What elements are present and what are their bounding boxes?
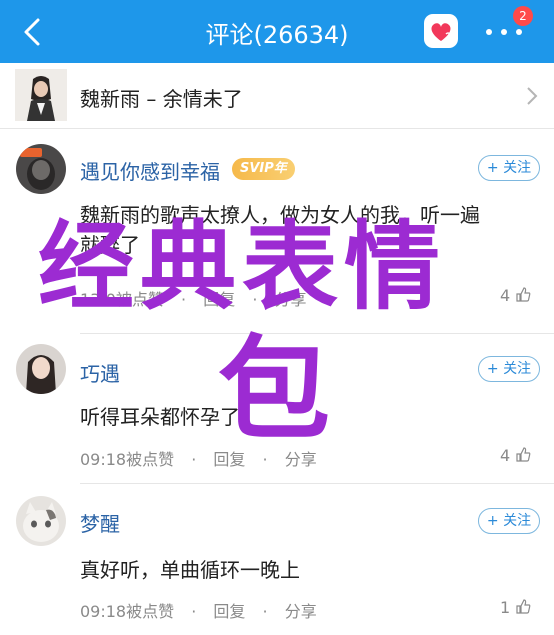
separator-dot: · [191,450,197,469]
follow-button[interactable]: + 关注 [478,508,540,534]
reply-button[interactable]: 回复 [213,598,245,622]
more-dot [516,29,522,35]
like-button[interactable]: 1 [500,598,531,617]
notification-badge: 2 [513,6,533,26]
comment-text-line: 真好听，单曲循环一晚上 [80,558,300,582]
share-button[interactable]: 分享 [285,598,317,622]
song-cover-image [15,69,67,121]
more-dot [501,29,507,35]
thumb-up-icon [516,599,531,614]
svip-badge: SVIP年 [232,158,295,180]
like-count-label: 被点赞 [126,450,175,469]
comment-meta: 09:18被点赞 · 回复 · 分享 [80,598,317,622]
follow-button[interactable]: + 关注 [478,155,540,181]
like-button[interactable]: 4 [500,446,531,465]
thumb-up-icon [516,287,531,302]
page-title: 评论(26634) [205,21,349,49]
app-screen: 评论(26634) 2 魏新雨 – 余情未了 遇见你感到幸福 SVIP年 + 关… [0,0,554,635]
comment-time: 09:18 [80,602,127,621]
comment-time: 09:18 [80,450,127,469]
more-dots-icon [486,29,492,35]
heart-icon [431,23,451,41]
avatar[interactable] [16,496,66,546]
comment-username[interactable]: 梦醒 [80,508,120,537]
separator-dot: · [262,602,268,621]
chevron-right-icon [527,87,538,105]
thumb-up-icon [516,447,531,462]
like-count: 1 [500,598,511,617]
avatar[interactable] [16,344,66,394]
song-info-row[interactable]: 魏新雨 – 余情未了 [0,63,554,129]
like-count-label: 被点赞 [126,602,175,621]
top-nav-bar: 评论(26634) 2 [0,0,554,63]
song-title: 魏新雨 – 余情未了 [80,87,243,111]
overlay-caption-line2: 包 [218,325,330,455]
comment-username[interactable]: 巧遇 [80,358,120,387]
like-count: 4 [500,446,511,465]
separator-dot: · [191,602,197,621]
like-song-button[interactable] [424,14,458,48]
avatar[interactable] [16,144,66,194]
like-count: 4 [500,286,511,305]
follow-button[interactable]: + 关注 [478,356,540,382]
like-button[interactable]: 4 [500,286,531,305]
comment-text-line: 听得耳朵都怀孕了 [80,405,240,429]
comment-item: 梦醒 + 关注 真好听，单曲循环一晚上 09:18被点赞 · 回复 · 分享 1 [0,484,554,635]
overlay-caption-line1: 经典表情 [38,211,446,323]
comment-username[interactable]: 遇见你感到幸福 [80,156,220,185]
